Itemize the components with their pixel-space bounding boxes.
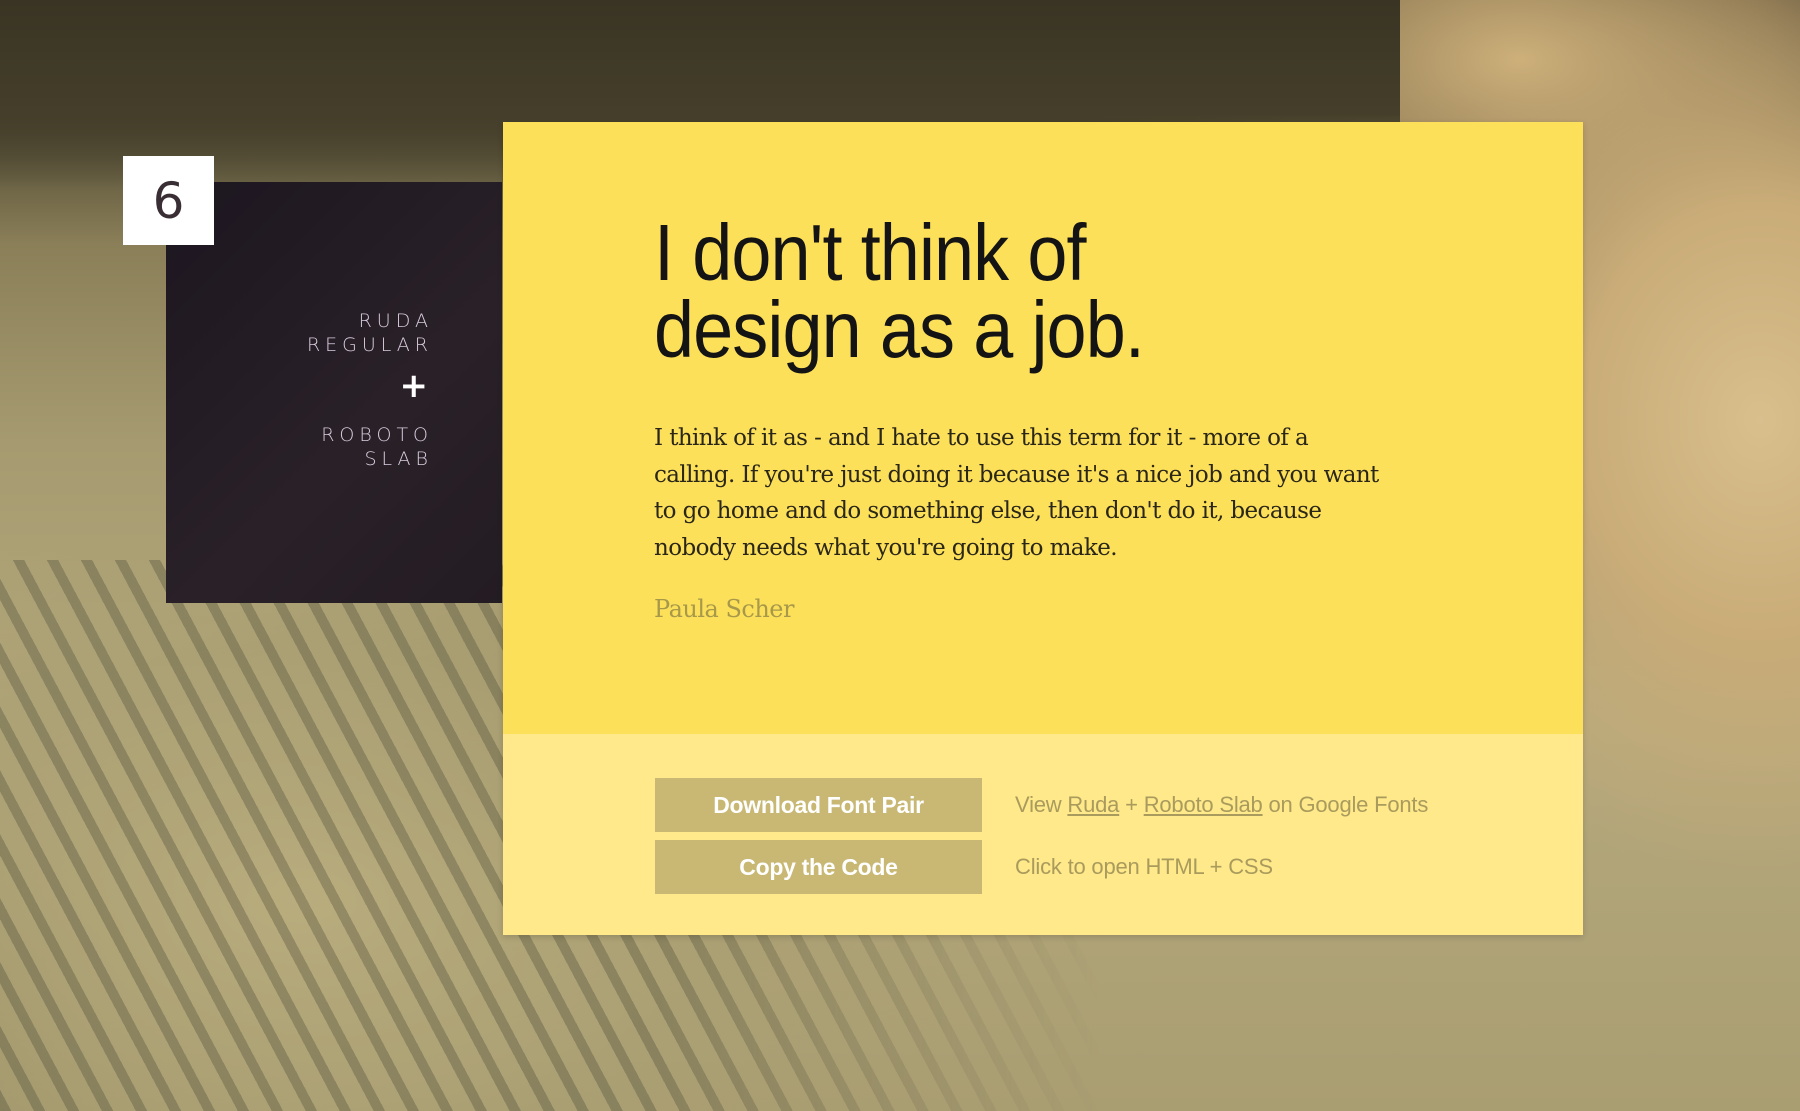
ruda-link[interactable]: Ruda — [1067, 792, 1119, 817]
quote-section: I don't think of design as a job. I thin… — [503, 122, 1583, 734]
view-suffix: on Google Fonts — [1262, 792, 1429, 817]
body-font-name-line2: SLAB — [364, 448, 433, 470]
pair-number: 6 — [152, 171, 185, 230]
copy-code-button[interactable]: Copy the Code — [655, 840, 982, 894]
view-joiner: + — [1119, 792, 1144, 817]
quote-card: I don't think of design as a job. I thin… — [503, 122, 1583, 935]
font-pair-panel: RUDA REGULAR + ROBOTO SLAB — [166, 182, 502, 603]
plus-icon: + — [399, 366, 429, 406]
heading-font-name-line1: RUDA — [358, 310, 433, 332]
quote-body: I think of it as - and I hate to use thi… — [654, 425, 1379, 561]
heading-font-name-line2: REGULAR — [306, 334, 433, 356]
view-prefix: View — [1015, 792, 1068, 817]
download-font-pair-button[interactable]: Download Font Pair — [655, 778, 982, 832]
headline-line-1: I don't think of — [654, 208, 1087, 297]
roboto-slab-link[interactable]: Roboto Slab — [1144, 792, 1263, 817]
body-font-name-line1: ROBOTO — [321, 424, 433, 446]
card-actions: Download Font Pair View Ruda + Roboto Sl… — [503, 734, 1583, 935]
google-fonts-hint: View Ruda + Roboto Slab on Google Fonts — [1015, 792, 1428, 818]
pair-number-badge: 6 — [123, 156, 214, 245]
font-pair-labels: RUDA REGULAR + ROBOTO SLAB — [307, 309, 428, 471]
quote-headline: I don't think of design as a job. — [654, 213, 1212, 370]
headline-line-2: design as a job. — [654, 285, 1145, 374]
copy-code-hint: Click to open HTML + CSS — [1015, 854, 1273, 879]
quote-author: Paula Scher — [654, 595, 794, 623]
